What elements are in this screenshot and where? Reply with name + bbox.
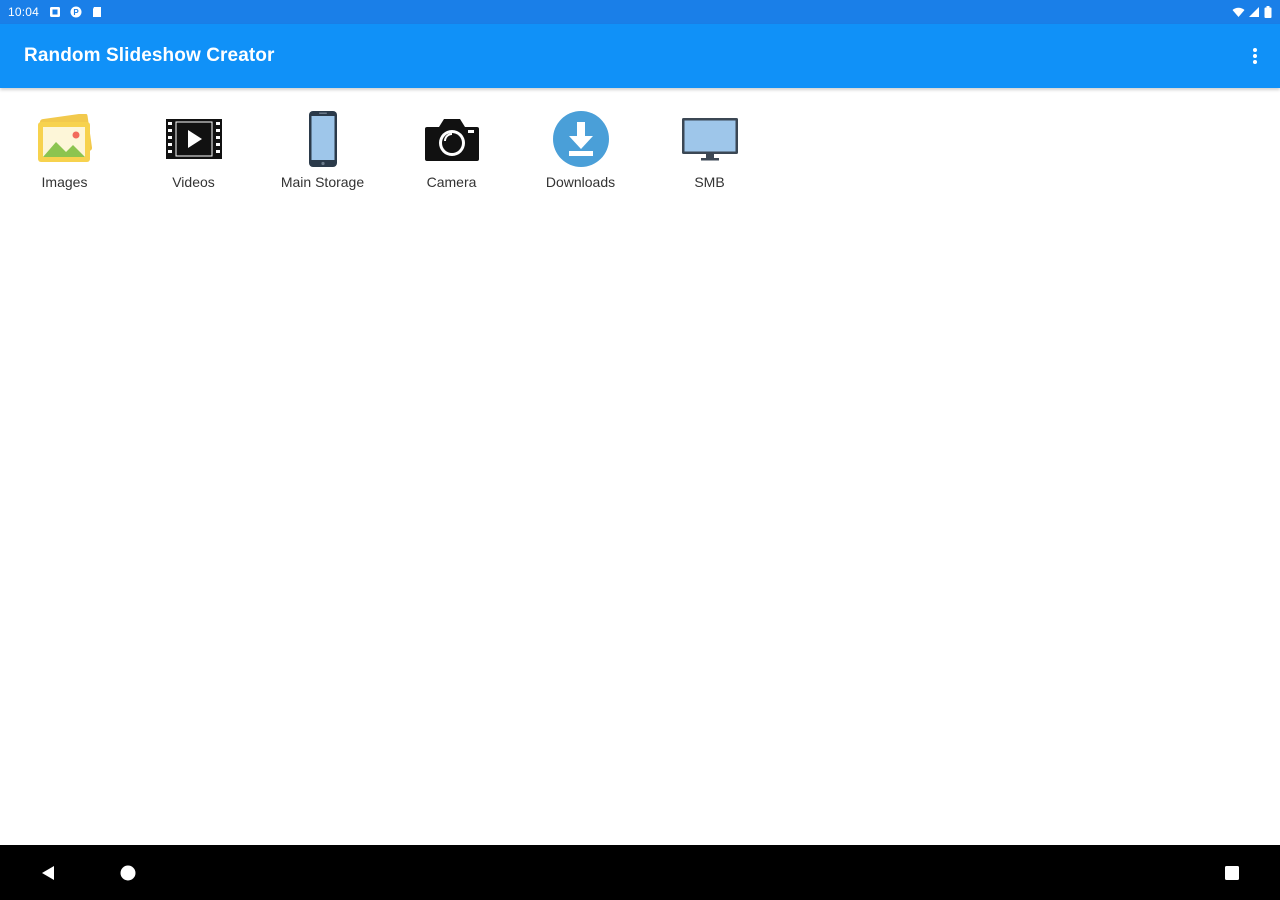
home-icon [120,865,136,880]
source-tile-camera[interactable]: Camera [387,108,516,190]
home-button[interactable] [98,845,158,900]
app-bar: Random Slideshow Creator [0,24,1280,88]
back-icon [42,865,54,880]
tile-icon-wrap [35,108,95,170]
content-area: Images Videos Main Storage Camera Downlo… [0,88,1280,845]
status-bar: 10:04 P [0,0,1280,24]
source-tile-downloads[interactable]: Downloads [516,108,645,190]
source-tile-main-storage[interactable]: Main Storage [258,108,387,190]
recents-button[interactable] [1202,845,1262,900]
source-tile-images[interactable]: Images [0,108,129,190]
source-label: Camera [426,174,477,190]
source-tile-smb[interactable]: SMB [645,108,774,190]
images-icon [37,114,92,162]
status-time: 10:04 [8,5,40,19]
phone-storage-icon [308,111,337,167]
status-left: 10:04 P [8,5,103,19]
source-tile-videos[interactable]: Videos [129,108,258,190]
navigation-bar [0,845,1280,900]
recents-icon [1225,865,1239,880]
back-button[interactable] [18,845,78,900]
battery-icon [1264,6,1272,18]
svg-text:P: P [73,8,79,17]
sd-card-icon [93,7,102,17]
overflow-menu-button[interactable] [1242,36,1268,76]
monitor-icon [681,118,738,161]
tile-icon-wrap [164,108,224,170]
tile-icon-wrap [680,108,740,170]
source-label: Main Storage [280,174,365,190]
notification-square-icon [50,7,61,17]
status-notification-icons: P [49,6,103,18]
tile-icon-wrap [551,108,611,170]
camera-icon [424,119,479,161]
source-label: Downloads [545,174,616,190]
p-badge-icon: P [70,6,82,18]
wifi-icon [1232,7,1245,17]
tile-icon-wrap [293,108,353,170]
more-vert-icon [1253,48,1257,64]
source-grid: Images Videos Main Storage Camera Downlo… [0,88,1280,190]
status-right [1232,6,1272,18]
tile-icon-wrap [422,108,482,170]
app-title: Random Slideshow Creator [24,45,275,66]
videos-icon [165,119,222,159]
source-label: SMB [694,174,725,190]
signal-icon [1249,7,1259,17]
downloads-icon [552,111,609,167]
source-label: Videos [172,174,215,190]
source-label: Images [41,174,88,190]
